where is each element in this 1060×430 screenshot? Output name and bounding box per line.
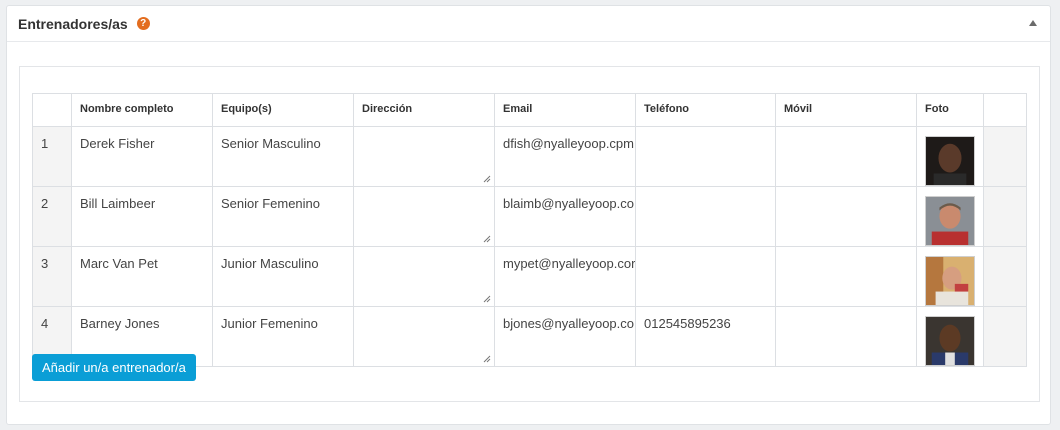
cell-team[interactable]: Senior Masculino	[212, 126, 354, 187]
cell-address[interactable]	[353, 186, 495, 247]
cell-mobile[interactable]	[775, 306, 917, 367]
cell-extra	[983, 246, 1027, 307]
column-header-address: Dirección	[353, 93, 495, 127]
cell-address[interactable]	[353, 126, 495, 187]
row-number: 1	[32, 126, 72, 187]
cell-email[interactable]: bjones@nyalleyoop.co	[494, 306, 636, 367]
question-circle-icon[interactable]: ?	[136, 17, 150, 30]
resize-grip-icon[interactable]	[483, 235, 491, 243]
address-textarea[interactable]	[354, 187, 494, 246]
resize-grip-icon[interactable]	[483, 295, 491, 303]
cell-mobile[interactable]	[775, 186, 917, 247]
avatar[interactable]	[925, 196, 975, 246]
avatar[interactable]	[925, 256, 975, 306]
resize-grip-icon[interactable]	[483, 175, 491, 183]
row-number: 3	[32, 246, 72, 307]
panel-title: Entrenadores/as	[18, 15, 128, 32]
cell-photo[interactable]	[916, 246, 984, 307]
column-header-name: Nombre completo	[71, 93, 213, 127]
cell-extra	[983, 306, 1027, 367]
cell-team[interactable]: Junior Femenino	[212, 306, 354, 367]
panel-header: Entrenadores/as ?	[7, 6, 1050, 42]
cell-phone[interactable]	[635, 246, 776, 307]
cell-photo[interactable]	[916, 126, 984, 187]
table-row: 1 Derek Fisher Senior Masculino dfish@ny…	[32, 126, 1027, 187]
column-header-team: Equipo(s)	[212, 93, 354, 127]
cell-email[interactable]: blaimb@nyalleyoop.co	[494, 186, 636, 247]
column-header-email: Email	[494, 93, 636, 127]
table-header-row: Nombre completo Equipo(s) Dirección Emai…	[32, 93, 1027, 127]
cell-name[interactable]: Bill Laimbeer	[71, 186, 213, 247]
address-textarea[interactable]	[354, 307, 494, 366]
column-header-photo: Foto	[916, 93, 984, 127]
cell-address[interactable]	[353, 246, 495, 307]
caret-up-icon[interactable]	[1029, 20, 1037, 26]
cell-team[interactable]: Senior Femenino	[212, 186, 354, 247]
cell-photo[interactable]	[916, 186, 984, 247]
column-header-mobile: Móvil	[775, 93, 917, 127]
table-row: 2 Bill Laimbeer Senior Femenino blaimb@n…	[32, 186, 1027, 247]
cell-name[interactable]: Derek Fisher	[71, 126, 213, 187]
table-row: 3 Marc Van Pet Junior Masculino mypet@ny…	[32, 246, 1027, 307]
column-header-extra	[983, 93, 1027, 127]
cell-phone[interactable]	[635, 126, 776, 187]
cell-team[interactable]: Junior Masculino	[212, 246, 354, 307]
cell-mobile[interactable]	[775, 246, 917, 307]
address-textarea[interactable]	[354, 127, 494, 186]
coaches-container: Nombre completo Equipo(s) Dirección Emai…	[19, 66, 1040, 402]
resize-grip-icon[interactable]	[483, 355, 491, 363]
cell-phone[interactable]	[635, 186, 776, 247]
cell-address[interactable]	[353, 306, 495, 367]
column-header-phone: Teléfono	[635, 93, 776, 127]
cell-email[interactable]: dfish@nyalleyoop.cpm	[494, 126, 636, 187]
add-coach-button[interactable]: Añadir un/a entrenador/a	[32, 354, 196, 381]
coaches-panel: Entrenadores/as ? Nombre completo Equipo…	[6, 5, 1051, 425]
cell-extra	[983, 186, 1027, 247]
cell-email[interactable]: mypet@nyalleyoop.cor	[494, 246, 636, 307]
cell-phone[interactable]: 012545895236	[635, 306, 776, 367]
cell-name[interactable]: Marc Van Pet	[71, 246, 213, 307]
address-textarea[interactable]	[354, 247, 494, 306]
cell-mobile[interactable]	[775, 126, 917, 187]
row-number: 2	[32, 186, 72, 247]
cell-extra	[983, 126, 1027, 187]
avatar[interactable]	[925, 136, 975, 186]
avatar[interactable]	[925, 316, 975, 366]
cell-photo[interactable]	[916, 306, 984, 367]
row-number-header	[32, 93, 72, 127]
coaches-table: Nombre completo Equipo(s) Dirección Emai…	[32, 93, 1027, 367]
